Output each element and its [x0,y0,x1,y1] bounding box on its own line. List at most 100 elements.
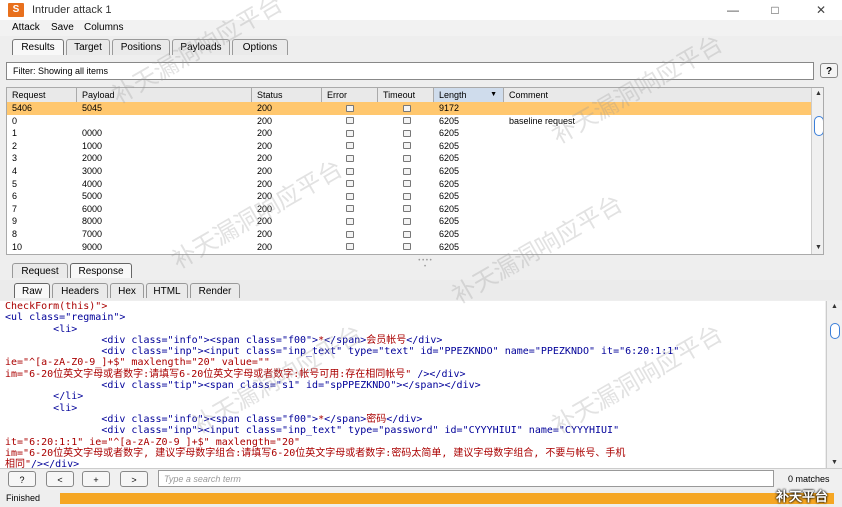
cell-length: 6205 [439,229,460,239]
code-line: <ul class="regmain"> [0,312,825,323]
minimize-icon[interactable]: — [718,2,748,18]
cell-payload: 8000 [82,216,103,227]
maximize-icon[interactable]: □ [760,2,790,18]
close-icon[interactable]: ✕ [806,2,836,18]
cell-payload: 2000 [82,153,103,164]
col-request[interactable]: Request [7,88,77,102]
burp-app-icon: S [8,3,24,17]
scroll-thumb[interactable] [830,323,840,339]
table-row[interactable]: 7 6000 200 6205 [7,203,823,216]
search-options-button[interactable]: + [82,471,110,487]
tab-raw[interactable]: Raw [14,283,50,298]
cell-length: 6205 [439,178,460,189]
cell-length: 6205 [439,166,460,176]
tab-headers[interactable]: Headers [52,283,108,298]
col-timeout[interactable]: Timeout [378,88,434,102]
code-line: <div class="info"><span class="f00">*</s… [0,414,825,425]
code-tag: <input class="inp_text" type="password" … [203,425,620,437]
cell-length: 6205 [439,191,460,202]
scroll-down-icon[interactable]: ▼ [812,243,823,253]
help-button[interactable]: ? [820,63,838,78]
col-comment[interactable]: Comment [504,88,814,102]
scroll-up-icon[interactable]: ▲ [827,302,842,312]
sort-desc-icon: ▼ [490,91,497,98]
timeout-checkbox [403,205,411,213]
filter-text: Filter: Showing all items [13,66,109,76]
table-row[interactable]: 2 1000 200 6205 [7,140,823,153]
cell-status: 200 [257,241,273,252]
table-row[interactable]: 6 5000 200 6205 [7,190,823,203]
code-tag: </span> [324,334,367,346]
code-text: 密码 [366,413,387,425]
search-next-button[interactable]: > [120,471,148,487]
code-line: <li> [0,324,825,335]
menu-save[interactable]: Save [51,22,74,33]
code-tag: <div class="inp"> [101,425,204,437]
search-help-button[interactable]: ? [8,471,36,487]
cell-length: 6205 [439,203,460,214]
cell-request: 0 [12,115,18,126]
attack-tabs: Results Target Positions Payloads Option… [0,38,842,56]
search-prev-button[interactable]: < [46,471,74,487]
code-tag: </div> [406,334,443,346]
tab-request[interactable]: Request [12,263,68,278]
table-row[interactable]: 3 2000 200 6205 [7,152,823,165]
response-body[interactable]: CheckForm(this)"> <ul class="regmain"> <l… [0,301,825,469]
cell-payload: 6000 [82,203,103,214]
table-row[interactable]: 9 8000 200 6205 [7,215,823,228]
error-checkbox [346,217,354,225]
tab-options[interactable]: Options [232,39,288,55]
code-text: im="6-20位英文字母或者数字:请填写6-20位英文字母或者数字:帐号可用:… [5,368,418,380]
tab-response[interactable]: Response [70,263,132,278]
menu-bar: Attack Save Columns [0,20,842,36]
tab-results[interactable]: Results [12,39,64,55]
table-row[interactable]: 8 7000 200 6205 [7,228,823,241]
table-row[interactable]: 0 200 6205 baseline request [7,115,823,128]
menu-attack[interactable]: Attack [12,22,40,33]
scroll-down-icon[interactable]: ▼ [827,458,842,468]
col-payload[interactable]: Payload [77,88,252,102]
match-count: 0 matches [788,474,830,484]
col-status[interactable]: Status [252,88,322,102]
tab-positions[interactable]: Positions [112,39,170,55]
table-row[interactable]: 5 4000 200 6205 [7,178,823,191]
cell-request: 9 [12,216,18,227]
search-input[interactable]: Type a search term [158,470,774,487]
table-row[interactable]: 5406 5045 200 9172 [7,102,823,115]
cell-status: 200 [257,166,273,176]
table-row[interactable]: 4 3000 200 6205 [7,165,823,178]
tab-html[interactable]: HTML [146,283,188,298]
cell-payload: 4000 [82,178,103,189]
error-checkbox [346,104,354,112]
error-checkbox [346,129,354,137]
tab-render[interactable]: Render [190,283,240,298]
scroll-up-icon[interactable]: ▲ [812,89,823,99]
code-text: CheckForm(this)"> [5,301,108,312]
col-length[interactable]: Length ▼ [434,88,504,102]
tab-hex[interactable]: Hex [110,283,144,298]
tab-target[interactable]: Target [66,39,110,55]
split-handle[interactable]: • • • • • [418,258,432,270]
filter-bar[interactable]: Filter: Showing all items [6,62,814,80]
timeout-checkbox [403,217,411,225]
code-tag: <div class="info"> [101,334,210,346]
error-checkbox [346,142,354,150]
scroll-thumb[interactable] [814,116,823,136]
cell-request: 6 [12,191,18,202]
col-error[interactable]: Error [322,88,378,102]
table-row[interactable]: 10 9000 200 6205 [7,241,823,254]
tab-payloads[interactable]: Payloads [172,39,230,55]
timeout-checkbox [403,180,411,188]
code-line: </li> [0,391,825,402]
response-scrollbar[interactable]: ▲ ▼ [826,301,842,469]
menu-columns[interactable]: Columns [84,22,123,33]
table-scrollbar[interactable]: ▲ ▼ [811,88,823,254]
table-row[interactable]: 1 0000 200 6205 [7,127,823,140]
